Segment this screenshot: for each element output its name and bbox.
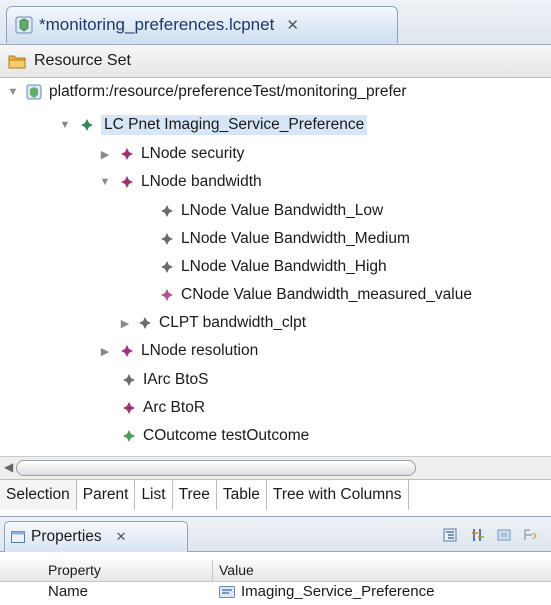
expanded-arrow-icon[interactable]: ▼: [58, 118, 72, 132]
tree-row-arc-btor[interactable]: Arc BtoR: [100, 394, 205, 422]
clpt-icon: [139, 317, 151, 329]
tree-label: CNode Value Bandwidth_measured_value: [181, 286, 472, 303]
collapsed-arrow-icon[interactable]: ▶: [98, 344, 112, 358]
tree-row-bw-low[interactable]: LNode Value Bandwidth_Low: [138, 197, 383, 225]
tree-label: LNode Value Bandwidth_Medium: [181, 230, 410, 247]
properties-tab[interactable]: Properties ✕: [4, 521, 188, 552]
arc-icon: [123, 374, 135, 386]
tree-row-resolution[interactable]: ▶ LNode resolution: [98, 337, 258, 365]
properties-view-bar: Properties ✕: [0, 516, 551, 552]
properties-icon: [11, 531, 25, 543]
property-name: Name: [48, 583, 89, 600]
tree-label: LNode bandwidth: [141, 173, 262, 190]
tree-row-platform[interactable]: ▼ platform:/resource/preferenceTest/moni…: [6, 78, 407, 106]
horizontal-scrollbar[interactable]: ◀: [0, 456, 551, 479]
cnode-icon: [161, 289, 173, 301]
close-icon[interactable]: ✕: [286, 16, 299, 34]
tree-label: CLPT bandwidth_clpt: [159, 314, 307, 331]
expanded-arrow-icon[interactable]: ▼: [6, 85, 20, 99]
editor-tab[interactable]: *monitoring_preferences.lcpnet ✕: [6, 6, 398, 43]
outcome-icon: [123, 430, 135, 442]
model-file-icon: [15, 16, 33, 34]
resource-set-title: Resource Set: [34, 52, 131, 69]
restore-default-icon[interactable]: [522, 527, 538, 543]
text-value-icon: [219, 586, 235, 598]
tree-row-arc-btos[interactable]: IArc BtoS: [100, 366, 208, 394]
tree-label: IArc BtoS: [143, 371, 209, 388]
resource-file-icon: [26, 84, 42, 100]
column-divider[interactable]: [212, 560, 213, 581]
value-node-icon: [161, 233, 173, 245]
tree-row-bw-clpt[interactable]: ▶ CLPT bandwidth_clpt: [118, 309, 306, 337]
collapsed-arrow-icon[interactable]: ▶: [98, 147, 112, 161]
folder-icon: [8, 55, 26, 69]
tree-row-bw-medium[interactable]: LNode Value Bandwidth_Medium: [138, 225, 410, 253]
tab-selection[interactable]: Selection: [0, 480, 77, 510]
tree-label: Arc BtoR: [143, 399, 206, 416]
value-node-icon: [161, 205, 173, 217]
property-value[interactable]: Imaging_Service_Preference: [241, 583, 434, 600]
properties-title: Properties: [31, 528, 102, 545]
tree-label: LNode Value Bandwidth_High: [181, 258, 387, 275]
column-header-property[interactable]: Property: [48, 562, 101, 578]
tree-row-bandwidth[interactable]: ▼ LNode bandwidth: [98, 168, 262, 196]
tree-label: LNode Value Bandwidth_Low: [181, 202, 384, 219]
lnode-icon: [121, 345, 133, 357]
column-header-value[interactable]: Value: [219, 562, 254, 578]
tree-row-root[interactable]: ▼ LC Pnet Imaging_Service_Preference: [58, 111, 368, 139]
model-tree: ▼ platform:/resource/preferenceTest/moni…: [0, 78, 551, 456]
lnode-icon: [121, 176, 133, 188]
expanded-arrow-icon[interactable]: ▼: [98, 175, 112, 189]
tab-tree[interactable]: Tree: [173, 480, 217, 510]
tab-tree-with-columns[interactable]: Tree with Columns: [267, 480, 409, 510]
show-categories-icon[interactable]: [442, 527, 458, 543]
show-advanced-icon[interactable]: [470, 527, 486, 543]
resource-set-header: Resource Set: [0, 45, 551, 78]
editor-tab-title: *monitoring_preferences.lcpnet: [39, 15, 275, 34]
app-window: *monitoring_preferences.lcpnet ✕ Resourc…: [0, 0, 551, 605]
close-icon[interactable]: ✕: [116, 529, 127, 545]
value-node-icon: [161, 261, 173, 273]
tab-list[interactable]: List: [135, 480, 173, 510]
collapsed-arrow-icon[interactable]: ▶: [118, 316, 132, 330]
tree-label: platform:/resource/preferenceTest/monito…: [49, 83, 407, 100]
arc-icon: [123, 402, 135, 414]
property-row-name[interactable]: Name Imaging_Service_Preference: [0, 581, 551, 603]
editor-tab-bar: *monitoring_preferences.lcpnet ✕: [0, 0, 551, 45]
tab-table[interactable]: Table: [217, 480, 267, 510]
properties-table-header: Property Value: [0, 560, 551, 582]
tab-parent[interactable]: Parent: [77, 480, 136, 510]
lcpnet-node-icon: [81, 119, 93, 131]
tree-label: COutcome testOutcome: [143, 427, 310, 444]
lnode-icon: [121, 148, 133, 160]
tree-row-security[interactable]: ▶ LNode security: [98, 140, 245, 168]
tree-label: LC Pnet Imaging_Service_Preference: [101, 115, 368, 135]
tree-row-outcome[interactable]: COutcome testOutcome: [100, 422, 309, 450]
scrollbar-thumb[interactable]: [16, 460, 416, 476]
tree-label: LNode resolution: [141, 342, 259, 359]
filter-icon[interactable]: [496, 527, 512, 543]
scroll-left-arrow-icon[interactable]: ◀: [4, 460, 13, 474]
editor-page-tabs: Selection Parent List Tree Table Tree wi…: [0, 479, 551, 510]
tree-label: LNode security: [141, 145, 245, 162]
tree-row-bw-high[interactable]: LNode Value Bandwidth_High: [138, 253, 387, 281]
tree-row-bw-measured[interactable]: CNode Value Bandwidth_measured_value: [138, 281, 472, 309]
